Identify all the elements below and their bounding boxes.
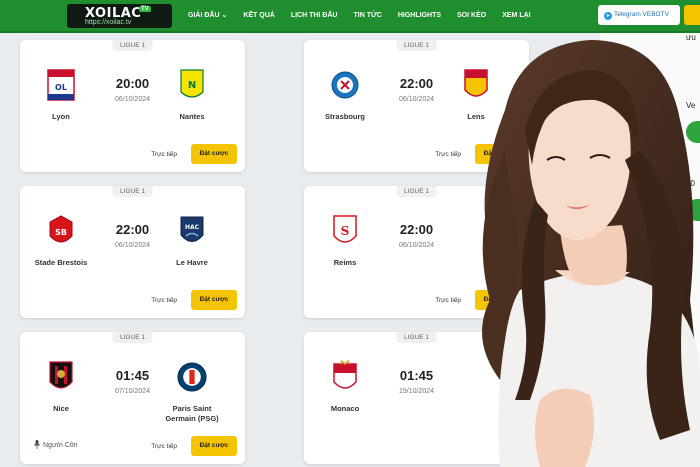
bet-button[interactable]: Đặt cược	[191, 144, 237, 164]
menu-item-xem-lai[interactable]: XEM LẠI	[494, 0, 538, 31]
side-text-3: 90	[686, 179, 695, 188]
menu-item-lich-thi-dau[interactable]: LỊCH THI ĐẤU	[283, 0, 346, 31]
bet-button[interactable]: Đặt cược	[191, 436, 237, 456]
site-logo[interactable]: XOILAC TV https://xoilac.tv	[67, 4, 172, 28]
away-team-name: Le Havre	[176, 258, 208, 267]
home-team-name: Reims	[333, 258, 357, 267]
home-team-name: Lyon	[52, 112, 70, 121]
match-time: 22:00	[399, 222, 434, 237]
logo-badge: TV	[139, 6, 151, 12]
side-toggle-2[interactable]	[686, 199, 700, 221]
bet-button[interactable]: Đặt cược	[475, 144, 521, 164]
league-label: LIGUE 1	[112, 332, 153, 343]
away-team-name: Nantes	[179, 112, 205, 121]
menu-item-giai-dau[interactable]: GIẢI ĐẤU ⌄	[180, 0, 235, 31]
partial-yellow-button[interactable]	[684, 5, 700, 25]
away-team: N Nantes	[157, 68, 227, 122]
league-label: LIGUE 1	[112, 40, 153, 51]
footer-note: Người Côn	[34, 440, 78, 449]
psg-crest-icon	[177, 362, 207, 392]
svg-text:N: N	[188, 80, 196, 91]
side-text-2: Ve	[686, 101, 696, 110]
match-card[interactable]: LIGUE 1 Monaco 01:45 19/10/2024	[304, 332, 529, 464]
away-team-name: Paris Saint Germain (PSG)	[165, 404, 219, 423]
home-team-name: Monaco	[330, 404, 360, 413]
match-date: 06/10/2024	[398, 242, 435, 249]
microphone-icon	[34, 440, 40, 449]
match-card[interactable]: LIGUE 1 Strasbourg 22:00 06/10/2024 Lens…	[304, 40, 529, 172]
live-link[interactable]: Trực tiếp	[435, 297, 461, 304]
telegram-icon: ➤	[604, 12, 612, 20]
menu-item-highlights[interactable]: HIGHLIGHTS	[390, 0, 449, 31]
away-team-name: Lens	[467, 112, 485, 121]
away-team: Paris Saint Germain (PSG)	[157, 360, 227, 424]
league-label: LIGUE 1	[396, 186, 437, 197]
away-team: Lens	[441, 68, 511, 122]
home-team-name: Nice	[53, 404, 69, 413]
top-nav: XOILAC TV https://xoilac.tv GIẢI ĐẤU ⌄ K…	[0, 0, 700, 33]
home-team-name: Strasbourg	[324, 112, 365, 121]
side-toggle-1[interactable]	[686, 121, 700, 143]
live-link[interactable]: Trực tiếp	[435, 151, 461, 158]
side-panel: ưu Ve 90	[600, 33, 700, 467]
telegram-label: Telegram VEBOTV	[614, 11, 669, 18]
bet-button[interactable]: Đặt cược	[475, 290, 521, 310]
match-card[interactable]: LIGUE 1 S Reims 22:00 06/10/2024 Trực ti…	[304, 186, 529, 318]
nantes-crest-icon: N	[180, 69, 204, 98]
main-menu: GIẢI ĐẤU ⌄ KẾT QUẢ LỊCH THI ĐẤU TIN TỨC …	[180, 0, 539, 31]
league-label: LIGUE 1	[396, 40, 437, 51]
side-text-1: ưu	[686, 33, 696, 42]
league-label: LIGUE 1	[112, 186, 153, 197]
footer-note-text: Người Côn	[43, 442, 78, 449]
bet-button[interactable]: Đặt cược	[191, 290, 237, 310]
menu-item-ket-qua[interactable]: KẾT QUẢ	[235, 0, 283, 31]
away-team: HAC Le Havre	[157, 214, 227, 268]
svg-text:HAC: HAC	[185, 224, 200, 231]
match-card[interactable]: LIGUE 1 OL Lyon 20:00 06/10/2024 N Nante…	[20, 40, 245, 172]
match-time: 01:45	[399, 368, 434, 383]
match-date: 19/10/2024	[398, 388, 435, 395]
menu-item-tin-tuc[interactable]: TIN TỨC	[345, 0, 389, 31]
telegram-button[interactable]: ➤ Telegram VEBOTV	[598, 5, 680, 25]
match-card[interactable]: LIGUE 1 SB Stade Brestois 22:00 06/10/20…	[20, 186, 245, 318]
live-link[interactable]: Trực tiếp	[151, 443, 177, 450]
logo-url: https://xoilac.tv	[85, 19, 132, 26]
lens-crest-icon	[464, 69, 488, 97]
live-link[interactable]: Trực tiếp	[151, 297, 177, 304]
menu-item-soi-keo[interactable]: SOI KÈO	[449, 0, 494, 31]
home-team-name: Stade Brestois	[34, 258, 88, 267]
league-label: LIGUE 1	[396, 332, 437, 343]
live-link[interactable]: Trực tiếp	[151, 151, 177, 158]
le-havre-crest-icon: HAC	[180, 216, 204, 242]
